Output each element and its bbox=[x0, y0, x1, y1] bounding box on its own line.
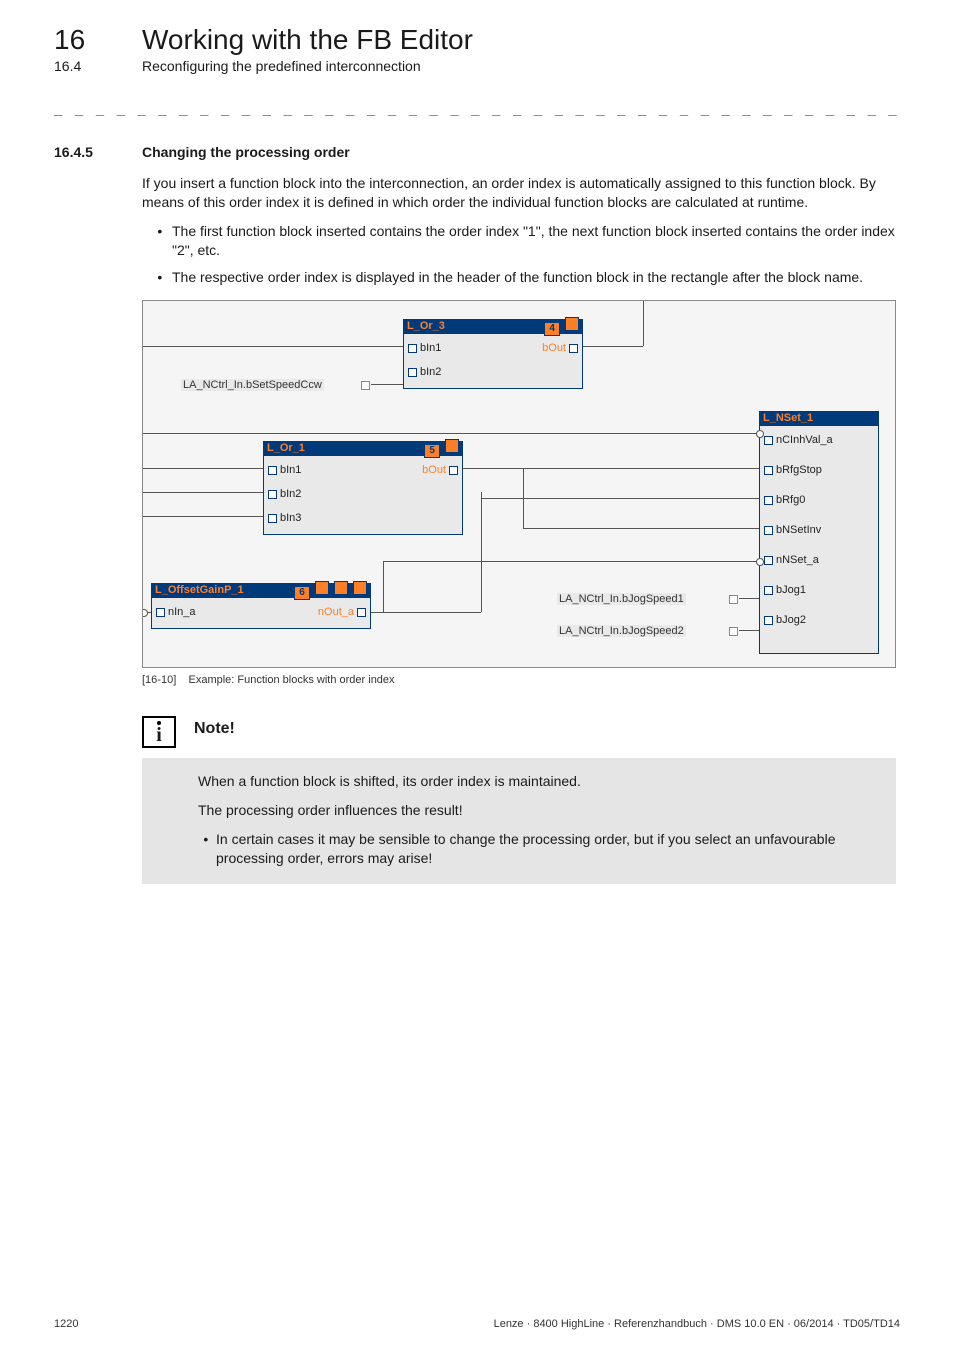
fb-or1: L_Or_1 5 bIn1 bOut bIn2 bIn3 bbox=[263, 441, 463, 535]
port-label: bRfg0 bbox=[776, 494, 805, 506]
page-number: 1220 bbox=[54, 1318, 78, 1330]
port-label: bIn2 bbox=[420, 366, 441, 378]
note-box: When a function block is shifted, its or… bbox=[142, 758, 896, 884]
order-index-badge: 5 bbox=[424, 444, 440, 458]
subchapter-number: 16.4 bbox=[54, 58, 114, 74]
port-label: bRfgStop bbox=[776, 464, 822, 476]
note-list: In certain cases it may be sensible to c… bbox=[198, 830, 878, 868]
fb-or3: L_Or_3 4 bIn1 bOut bIn2 bbox=[403, 319, 583, 389]
bullet-list: The first function block inserted contai… bbox=[142, 222, 896, 287]
port-label: bIn3 bbox=[280, 512, 301, 524]
list-item: The respective order index is displayed … bbox=[170, 268, 896, 287]
footer-text: Lenze · 8400 HighLine · Referenzhandbuch… bbox=[494, 1318, 900, 1330]
port-label: bJog2 bbox=[776, 614, 806, 626]
order-index-badge: 6 bbox=[294, 586, 310, 600]
caption-id: [16-10] bbox=[142, 674, 176, 686]
fb-offsetgain: L_OffsetGainP_1 6 nIn_a nOut_a bbox=[151, 583, 371, 629]
subchapter-header: 16.4 Reconfiguring the predefined interc… bbox=[54, 58, 900, 74]
port-label: bOut bbox=[422, 464, 446, 476]
page: 16 Working with the FB Editor 16.4 Recon… bbox=[0, 0, 954, 1350]
figure-caption: [16-10] Example: Function blocks with or… bbox=[142, 674, 900, 686]
signal-label: LA_NCtrl_In.bSetSpeedCcw bbox=[181, 379, 324, 391]
fb-name: L_OffsetGainP_1 bbox=[155, 583, 244, 598]
note-paragraph: The processing order influences the resu… bbox=[198, 801, 878, 820]
chapter-title: Working with the FB Editor bbox=[142, 24, 473, 56]
fb-icon bbox=[315, 581, 329, 595]
divider-dashes: _ _ _ _ _ _ _ _ _ _ _ _ _ _ _ _ _ _ _ _ … bbox=[54, 100, 900, 116]
subchapter-title: Reconfiguring the predefined interconnec… bbox=[142, 58, 421, 74]
chapter-header: 16 Working with the FB Editor bbox=[54, 24, 900, 56]
signal-pin bbox=[729, 627, 738, 636]
paragraph: If you insert a function block into the … bbox=[142, 174, 896, 212]
signal-pin bbox=[729, 595, 738, 604]
body-column: If you insert a function block into the … bbox=[142, 174, 896, 668]
section-number: 16.4.5 bbox=[54, 144, 114, 160]
port-label: nNSet_a bbox=[776, 554, 819, 566]
port-label: bIn1 bbox=[280, 464, 301, 476]
signal-pin bbox=[361, 381, 370, 390]
port-label: bIn2 bbox=[280, 488, 301, 500]
fb-icon bbox=[353, 581, 367, 595]
signal-label: LA_NCtrl_In.bJogSpeed2 bbox=[557, 625, 686, 637]
order-index-badge: 4 bbox=[544, 322, 560, 336]
fb-name: L_NSet_1 bbox=[763, 411, 813, 426]
section-title: Changing the processing order bbox=[142, 144, 350, 160]
port-label: bOut bbox=[542, 342, 566, 354]
section-header: 16.4.5 Changing the processing order bbox=[54, 144, 900, 160]
info-icon: i bbox=[142, 716, 176, 748]
note-header: i Note! bbox=[54, 716, 900, 748]
figure: L_Or_3 4 bIn1 bOut bIn2 L bbox=[142, 300, 896, 668]
port-label: nCInhVal_a bbox=[776, 434, 833, 446]
caption-text: Example: Function blocks with order inde… bbox=[189, 674, 395, 686]
note-title: Note! bbox=[194, 720, 235, 738]
port-label: nOut_a bbox=[318, 606, 354, 618]
fb-icon bbox=[565, 317, 579, 331]
fb-icon bbox=[334, 581, 348, 595]
fb-nset: L_NSet_1 nCInhVal_a bRfgStop bRfg0 bNSet… bbox=[759, 411, 879, 649]
fb-icon bbox=[445, 439, 459, 453]
port-label: bJog1 bbox=[776, 584, 806, 596]
port-label: bNSetInv bbox=[776, 524, 821, 536]
page-footer: 1220 Lenze · 8400 HighLine · Referenzhan… bbox=[54, 1318, 900, 1330]
fb-name: L_Or_1 bbox=[267, 441, 305, 456]
fb-name: L_Or_3 bbox=[407, 319, 445, 334]
note-paragraph: When a function block is shifted, its or… bbox=[198, 772, 878, 791]
port-label: nIn_a bbox=[168, 606, 196, 618]
chapter-number: 16 bbox=[54, 24, 114, 56]
signal-label: LA_NCtrl_In.bJogSpeed1 bbox=[557, 593, 686, 605]
port-label: bIn1 bbox=[420, 342, 441, 354]
list-item: The first function block inserted contai… bbox=[170, 222, 896, 260]
list-item: In certain cases it may be sensible to c… bbox=[216, 830, 878, 868]
